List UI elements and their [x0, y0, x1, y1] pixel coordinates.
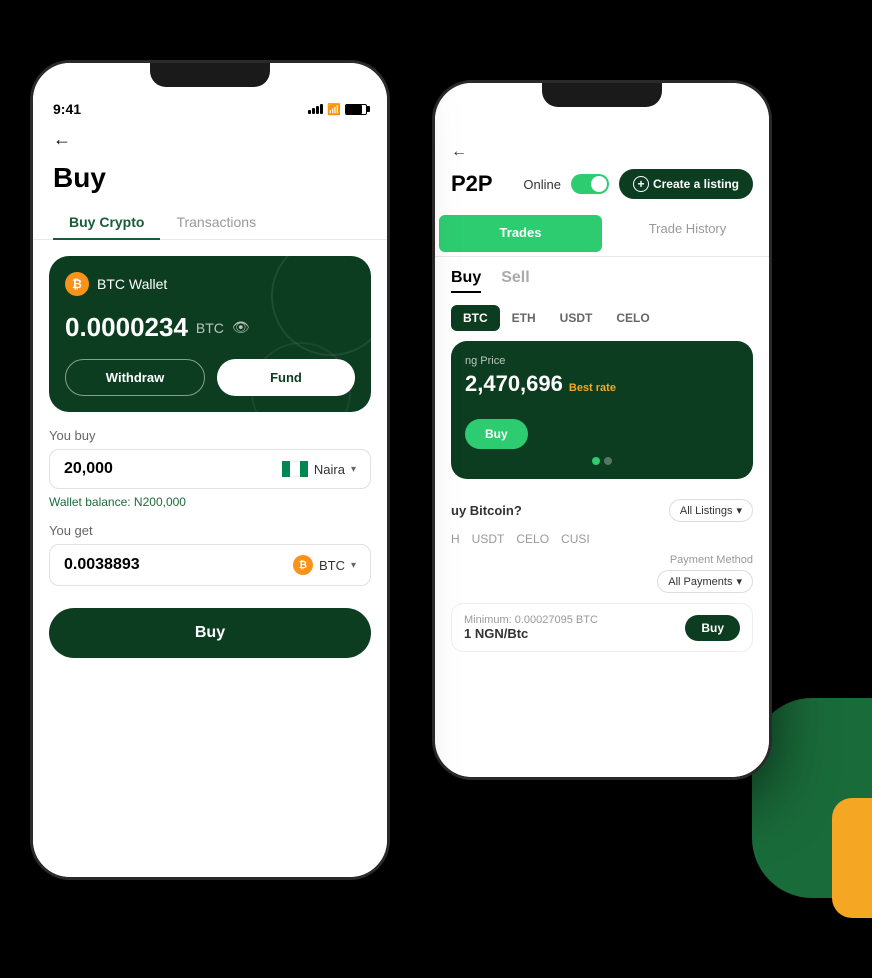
status-icons: 📶	[308, 103, 367, 116]
price-card-buy-button[interactable]: Buy	[465, 419, 528, 449]
p2p-actions: Online + Create a listing	[523, 169, 753, 199]
tab-trade-history[interactable]: Trade History	[606, 211, 769, 257]
notch-front	[150, 63, 270, 87]
crypto-tab-celo[interactable]: CELO	[604, 305, 661, 331]
wallet-card: ₿ BTC Wallet 0.0000234 BTC 👁 Withdraw Fu…	[49, 256, 371, 412]
plus-circle-icon: +	[633, 176, 649, 192]
tab-buy-crypto[interactable]: Buy Crypto	[53, 206, 160, 240]
eye-icon[interactable]: 👁	[232, 319, 250, 336]
payment-method-label: Payment Method	[670, 554, 753, 566]
indicator-2	[604, 457, 612, 465]
why-buy-title: uy Bitcoin?	[451, 503, 522, 518]
buy-amount-input-row[interactable]: 20,000 Naira ▾	[49, 449, 371, 489]
listing-buy-button[interactable]: Buy	[685, 615, 740, 641]
buy-amount-value: 20,000	[64, 460, 282, 478]
price-card: ng Price 2,470,696 Best rate Buy	[451, 341, 753, 479]
p2p-title: P2P	[451, 171, 493, 197]
indicator-1	[592, 457, 600, 465]
wallet-balance-amount: 0.0000234	[65, 312, 188, 343]
wallet-name: BTC Wallet	[97, 276, 167, 292]
status-time: 9:41	[53, 101, 81, 117]
currency-name: Naira	[314, 462, 345, 477]
buy-form: You buy 20,000 Naira ▾ Wallet balance: N…	[33, 428, 387, 586]
why-buy-header: uy Bitcoin? All Listings ▾	[451, 499, 753, 522]
btc-selector[interactable]: ₿ BTC ▾	[293, 555, 356, 575]
back-nav-front[interactable]: ←	[33, 121, 387, 158]
crypto-tab-btc[interactable]: BTC	[451, 305, 500, 331]
chevron-down-icon: ▾	[736, 504, 742, 517]
create-listing-label: Create a listing	[653, 177, 739, 191]
nigeria-flag-icon	[282, 461, 308, 477]
you-buy-label: You buy	[49, 428, 371, 443]
filter-tabs: H USDT CELO CUSI	[451, 532, 753, 546]
chevron-down-btc-icon: ▾	[351, 560, 356, 571]
price-amount: 2,470,696	[465, 371, 563, 397]
toggle-knob	[591, 176, 607, 192]
btc-wallet-icon: ₿	[65, 272, 89, 296]
wallet-currency-label: BTC	[196, 320, 224, 336]
chevron-down-currency-icon: ▾	[351, 464, 356, 475]
back-nav-back[interactable]: ←	[435, 139, 769, 161]
p2p-tabs-nav: Trades Trade History	[435, 211, 769, 257]
sell-tab[interactable]: Sell	[501, 269, 529, 293]
crypto-tab-usdt[interactable]: USDT	[548, 305, 605, 331]
get-amount-value: 0.0038893	[64, 556, 293, 574]
currency-selector[interactable]: Naira ▾	[282, 461, 356, 477]
battery-icon	[345, 104, 367, 115]
signal-icon	[308, 104, 323, 114]
notch-back	[542, 83, 662, 107]
wifi-icon: 📶	[327, 103, 341, 116]
status-bar: 9:41 📶	[33, 93, 387, 121]
get-amount-input-row[interactable]: 0.0038893 ₿ BTC ▾	[49, 544, 371, 586]
filter-tab-h[interactable]: H	[451, 532, 460, 546]
online-label: Online	[523, 177, 561, 192]
withdraw-button[interactable]: Withdraw	[65, 359, 205, 396]
wallet-balance-hint: Wallet balance: N200,000	[49, 495, 371, 509]
filter-tab-usdt[interactable]: USDT	[472, 532, 505, 546]
p2p-header: P2P Online + Create a listing	[435, 161, 769, 211]
crypto-tab-eth[interactable]: ETH	[500, 305, 548, 331]
best-rate-badge: Best rate	[569, 382, 616, 394]
crypto-tabs: BTC ETH USDT CELO	[435, 305, 769, 331]
buy-tab[interactable]: Buy	[451, 269, 481, 293]
get-currency-name: BTC	[319, 558, 345, 573]
create-listing-button[interactable]: + Create a listing	[619, 169, 753, 199]
all-listings-button[interactable]: All Listings ▾	[669, 499, 753, 522]
tab-transactions[interactable]: Transactions	[160, 206, 272, 240]
online-toggle[interactable]	[571, 174, 609, 194]
why-buy-section: uy Bitcoin? All Listings ▾ H USDT CELO C…	[435, 491, 769, 668]
listing-rate-label: 1 NGN/Btc	[464, 626, 598, 641]
listing-item: Minimum: 0.00027095 BTC 1 NGN/Btc Buy	[451, 603, 753, 652]
btc-get-icon: ₿	[293, 555, 313, 575]
buy-sell-tabs: Buy Sell	[435, 269, 769, 293]
tab-trades[interactable]: Trades	[439, 215, 602, 252]
price-label: ng Price	[465, 355, 739, 367]
you-get-label: You get	[49, 523, 371, 538]
phone-front: 9:41 📶 ← Buy Buy Crypto	[30, 60, 390, 880]
card-indicators	[465, 457, 739, 465]
page-title: Buy	[33, 158, 387, 206]
filter-tab-celo[interactable]: CELO	[516, 532, 549, 546]
chevron-down-payments-icon: ▾	[736, 575, 742, 588]
all-payments-button[interactable]: All Payments ▾	[657, 570, 753, 593]
phone-back: ← P2P Online + Create a listing Trades	[432, 80, 772, 780]
filter-tab-cusi[interactable]: CUSI	[561, 532, 590, 546]
buy-submit-button[interactable]: Buy	[49, 608, 371, 658]
listing-min-label: Minimum: 0.00027095 BTC	[464, 614, 598, 626]
bg-yellow-decoration	[832, 798, 872, 918]
back-arrow-icon-back: ←	[451, 143, 467, 160]
tab-bar: Buy Crypto Transactions	[33, 206, 387, 240]
back-arrow-icon-front: ←	[53, 129, 71, 149]
